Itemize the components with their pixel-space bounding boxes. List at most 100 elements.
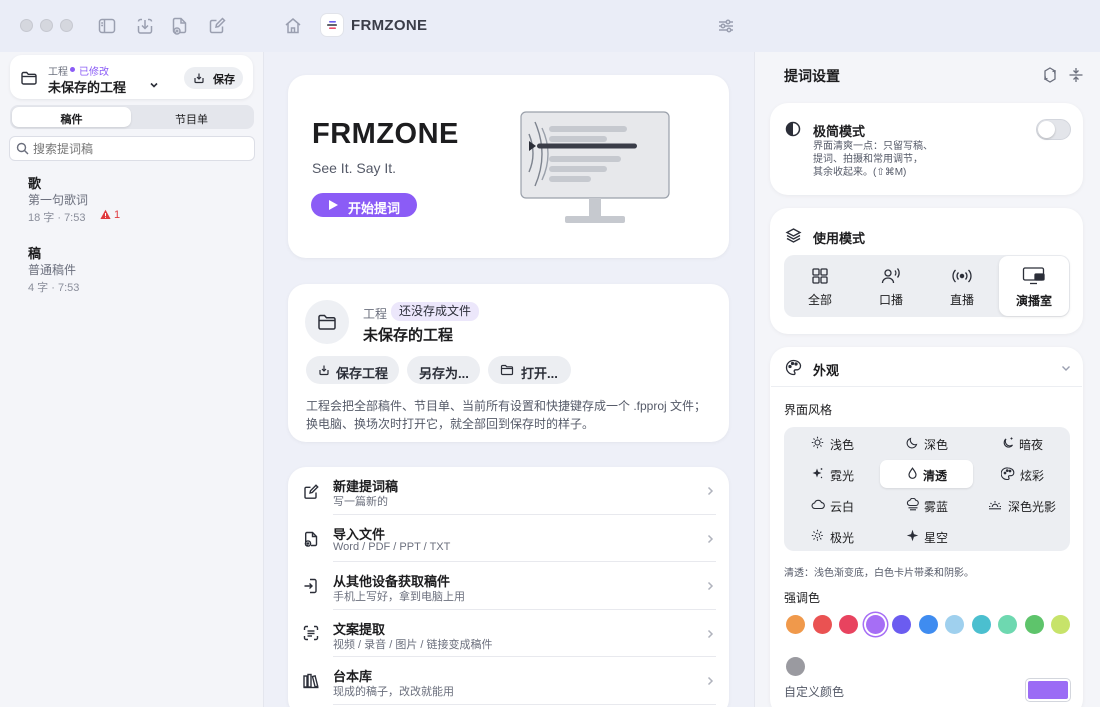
theme-mist-blue[interactable]: 雾蓝 xyxy=(881,492,973,518)
theme-label: 极光 xyxy=(830,531,855,545)
accent-swatch[interactable] xyxy=(892,615,911,634)
custom-color-label: 自定义颜色 xyxy=(784,685,845,699)
extract-text-icon xyxy=(302,624,320,642)
accent-swatch[interactable] xyxy=(918,615,938,634)
mode-live[interactable]: 直播 xyxy=(927,256,997,316)
search-icon xyxy=(16,142,29,155)
style-label: 界面风格 xyxy=(784,403,833,417)
teleprompter-illustration xyxy=(515,108,675,226)
theme-label: 雾蓝 xyxy=(924,500,949,514)
import-file-icon xyxy=(302,530,320,548)
theme-clear[interactable]: 清透 xyxy=(880,460,973,488)
unsaved-badge: 还没存成文件 xyxy=(391,302,480,321)
accent-swatch[interactable] xyxy=(786,657,805,676)
accent-swatch[interactable] xyxy=(998,615,1017,634)
window-zoom-button[interactable] xyxy=(60,19,73,32)
theme-light[interactable]: 浅色 xyxy=(786,430,879,456)
start-prompting-button[interactable]: 开始提词 xyxy=(311,193,417,217)
mode-label: 口播 xyxy=(878,293,903,307)
theme-neon[interactable]: 霓光 xyxy=(786,461,879,487)
project-label: 工程 xyxy=(48,67,68,78)
accent-swatch[interactable] xyxy=(1051,615,1070,634)
accent-swatch[interactable] xyxy=(865,615,885,634)
description-line: 其余收起来。(⇧⌘M) xyxy=(813,167,907,178)
description-line: 界面清爽一点：只留写稿、 xyxy=(813,141,933,152)
document-meta: 4 字 · 7:53 xyxy=(28,282,80,294)
brand-slogan: See It. Say It. xyxy=(312,160,397,176)
tab-manuscripts[interactable]: 稿件 xyxy=(12,111,131,127)
save-project-button[interactable]: 保存工程 xyxy=(306,356,399,384)
accent-swatch[interactable] xyxy=(945,615,964,634)
theme-label: 云白 xyxy=(830,500,855,514)
library-icon xyxy=(302,672,320,690)
theme-label: 深色 xyxy=(924,438,949,452)
theme-label: 星空 xyxy=(924,531,949,545)
studio-monitor-icon xyxy=(1022,266,1046,286)
mode-studio[interactable]: 演播室 xyxy=(999,256,1069,316)
sidebar-toggle-icon[interactable] xyxy=(97,16,117,36)
theme-dark-shadow[interactable]: 深色光影 xyxy=(975,492,1068,518)
chevron-down-icon[interactable] xyxy=(149,80,159,90)
palette-icon xyxy=(785,359,802,376)
mode-label: 演播室 xyxy=(1015,294,1052,308)
save-as-label: 另存为... xyxy=(419,366,469,381)
save-icon xyxy=(193,72,205,84)
save-download-icon[interactable] xyxy=(135,16,155,36)
tab-program-list[interactable]: 节目单 xyxy=(132,111,251,127)
home-icon[interactable] xyxy=(283,16,303,36)
search-input[interactable] xyxy=(33,139,251,158)
accent-swatch[interactable] xyxy=(812,615,832,634)
theme-aurora[interactable]: 极光 xyxy=(786,523,879,549)
mode-all[interactable]: 全部 xyxy=(785,256,855,316)
compose-icon[interactable] xyxy=(207,16,227,36)
rotate-icon[interactable] xyxy=(1041,66,1059,84)
folder-icon xyxy=(316,311,338,333)
grid-icon xyxy=(811,267,829,285)
theme-colorful[interactable]: 炫彩 xyxy=(975,461,1068,487)
custom-color-picker[interactable] xyxy=(1026,679,1070,701)
start-label: 开始提词 xyxy=(348,201,401,216)
window-close-button[interactable] xyxy=(20,19,33,32)
accent-swatch[interactable] xyxy=(971,615,991,634)
sidebar-save-button[interactable]: 保存 xyxy=(184,67,243,89)
speaker-person-icon xyxy=(881,267,901,285)
window-minimize-button[interactable] xyxy=(40,19,53,32)
theme-label: 清透 xyxy=(923,469,948,483)
import-file-icon[interactable] xyxy=(170,16,190,36)
warning-count: 1 xyxy=(114,209,121,221)
droplet-icon xyxy=(906,467,919,480)
mode-label: 直播 xyxy=(949,293,974,307)
usage-mode-title: 使用模式 xyxy=(813,231,866,246)
project-folder-badge xyxy=(305,300,349,344)
action-subtitle: 视频 / 录音 / 图片 / 链接变成稿件 xyxy=(333,639,493,651)
accent-swatch[interactable] xyxy=(839,615,858,634)
divider xyxy=(333,704,716,705)
open-project-button[interactable]: 打开... xyxy=(488,356,571,384)
project-status: 已修改 xyxy=(79,67,109,78)
theme-night[interactable]: 暗夜 xyxy=(975,430,1068,456)
broadcast-icon xyxy=(951,267,973,285)
collapse-icon[interactable] xyxy=(1067,66,1085,84)
palette-icon xyxy=(1001,467,1015,480)
theme-label: 炫彩 xyxy=(1020,469,1045,483)
appearance-title: 外观 xyxy=(813,363,840,378)
theme-starry[interactable]: 星空 xyxy=(881,523,973,549)
minimal-mode-toggle[interactable] xyxy=(1036,119,1071,140)
sliders-icon[interactable] xyxy=(716,16,736,36)
accent-swatch[interactable] xyxy=(1024,615,1044,634)
aurora-icon xyxy=(811,529,824,542)
save-as-button[interactable]: 另存为... xyxy=(407,356,480,384)
document-title: 歌 xyxy=(28,176,42,191)
theme-cloud-white[interactable]: 云白 xyxy=(786,492,879,518)
receive-icon xyxy=(302,577,320,595)
accent-label: 强调色 xyxy=(784,591,821,605)
cloud-fog-icon xyxy=(906,498,920,511)
accent-swatch[interactable] xyxy=(786,615,805,634)
minimal-mode-title: 极简模式 xyxy=(813,124,866,139)
mode-talk[interactable]: 口播 xyxy=(856,256,926,316)
theme-dark[interactable]: 深色 xyxy=(881,430,973,456)
chevron-down-icon[interactable] xyxy=(1061,363,1071,373)
divider xyxy=(333,561,716,562)
app-title: FRMZONE xyxy=(351,17,428,34)
chevron-right-icon xyxy=(705,486,715,496)
